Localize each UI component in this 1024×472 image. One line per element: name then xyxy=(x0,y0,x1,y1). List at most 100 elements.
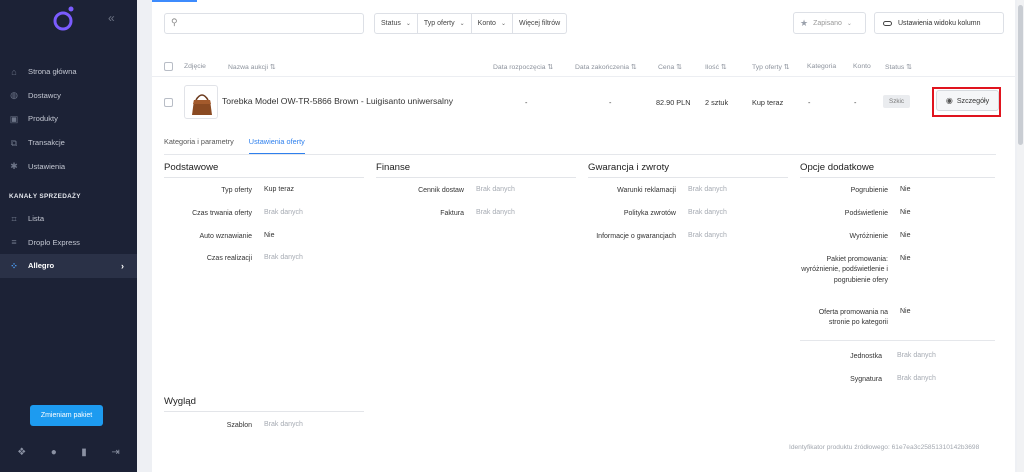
tab-offer-settings[interactable]: Ustawienia oferty xyxy=(248,137,305,154)
nav-item-allegro[interactable]: ⁘ Allegro › xyxy=(0,254,137,278)
field-label: Cennik dostaw xyxy=(418,187,464,194)
col-label: Typ oferty xyxy=(752,64,782,71)
field-label: Jednostka xyxy=(850,353,882,360)
col-name[interactable]: Nazwa aukcji ⇅ xyxy=(228,63,276,71)
field-label: Typ oferty xyxy=(221,187,252,194)
search-icon: ⚲ xyxy=(171,17,178,27)
column-view-settings-button[interactable]: Ustawienia widoku kolumn xyxy=(874,12,1004,34)
tab-category-params[interactable]: Kategoria i parametry xyxy=(164,137,234,154)
filter-offer-type[interactable]: Typ oferty ⌄ xyxy=(417,13,472,34)
cell-price: 82.90 PLN xyxy=(656,98,691,107)
divider xyxy=(800,340,995,341)
main-panel: ⚲ Status ⌄ Typ oferty ⌄ Konto ⌄ Więcej f… xyxy=(152,0,1015,472)
cell-end-date: - xyxy=(609,98,612,107)
section-title: Opcje dodatkowe xyxy=(800,162,995,178)
nav-item-label: Ustawienia xyxy=(28,161,66,171)
product-thumbnail[interactable] xyxy=(184,85,218,119)
search-input[interactable]: ⚲ xyxy=(164,13,364,34)
nav-item-droplo-express[interactable]: ≡ Droplo Express xyxy=(0,231,137,255)
change-package-button[interactable]: Zmieniam pakiet xyxy=(30,405,103,426)
scrollbar-thumb[interactable] xyxy=(1018,5,1023,145)
collapse-sidebar-icon[interactable]: « xyxy=(108,11,115,25)
field-value: Brak danych xyxy=(688,209,727,216)
detail-tabs: Kategoria i parametry Ustawienia oferty xyxy=(164,137,318,154)
section-title: Podstawowe xyxy=(164,162,364,178)
nav-item-label: Droplo Express xyxy=(28,237,80,247)
nav-item-products[interactable]: ▣ Produkty xyxy=(0,107,137,131)
section-warranty: Gwarancja i zwroty xyxy=(588,162,788,178)
section-title: Wygląd xyxy=(164,396,364,412)
cell-account: - xyxy=(854,98,857,107)
field-label: Informacje o gwarancjach xyxy=(596,233,676,240)
filter-group: Status ⌄ Typ oferty ⌄ Konto ⌄ Więcej fil… xyxy=(374,13,568,34)
col-quantity[interactable]: Ilość ⇅ xyxy=(705,63,727,71)
nav-item-label: Transakcje xyxy=(28,138,65,148)
more-filters-button[interactable]: Więcej filtrów xyxy=(512,13,568,34)
section-extra-options: Opcje dodatkowe xyxy=(800,162,995,178)
field-label: Sygnatura xyxy=(850,376,882,383)
cell-offer-type: Kup teraz xyxy=(752,98,784,107)
nav-item-home[interactable]: ⌂ Strona główna xyxy=(0,60,137,84)
col-account: Konto xyxy=(853,63,871,70)
chevron-right-icon: › xyxy=(121,260,124,271)
logout-icon[interactable]: ⇥ xyxy=(111,447,119,458)
field-label: Czas trwania oferty xyxy=(192,210,252,217)
saved-views-dropdown[interactable]: ★ Zapisano ⌄ xyxy=(793,12,866,34)
nav-item-label: Produkty xyxy=(28,114,58,124)
field-value: Nie xyxy=(900,232,911,239)
box-icon: ▣ xyxy=(9,113,19,124)
diamond-icon[interactable]: ❖ xyxy=(17,447,26,458)
field-label: Podświetlenie xyxy=(844,210,888,217)
sidebar: « ⌂ Strona główna ◍ Dostawcy ▣ Produkty … xyxy=(0,0,137,472)
filter-account[interactable]: Konto ⌄ xyxy=(471,13,513,34)
user-icon[interactable]: ● xyxy=(51,447,57,458)
filter-status[interactable]: Status ⌄ xyxy=(374,13,418,34)
clipboard-icon[interactable]: ▮ xyxy=(81,447,87,458)
product-name[interactable]: Torebka Model OW-TR-5866 Brown - Luigisa… xyxy=(222,96,453,106)
field-label: Pogrubienie xyxy=(850,187,888,194)
view-settings-label: Ustawienia widoku kolumn xyxy=(898,19,981,27)
col-status[interactable]: Status ⇅ xyxy=(885,63,912,71)
row-checkbox[interactable] xyxy=(164,98,173,107)
suppliers-icon: ◍ xyxy=(10,90,18,101)
nav-item-transactions[interactable]: ⧉ Transakcje xyxy=(0,131,137,155)
allegro-icon: ⁘ xyxy=(10,260,18,271)
section-appearance: Wygląd xyxy=(164,396,364,412)
field-value: Brak danych xyxy=(897,352,936,359)
table-header: Zdjęcie Nazwa aukcji ⇅ Data rozpoczęcia … xyxy=(152,57,1015,77)
nav-item-label: Dostawcy xyxy=(28,90,61,100)
home-icon: ⌂ xyxy=(11,66,17,77)
chevron-down-icon: ⌄ xyxy=(459,21,465,27)
star-icon: ★ xyxy=(800,17,809,28)
list-icon: ⌗ xyxy=(11,213,17,224)
col-label: Nazwa aukcji xyxy=(228,64,269,71)
field-value: Brak danych xyxy=(897,375,936,382)
nav-item-label: Strona główna xyxy=(28,67,77,77)
nav-item-suppliers[interactable]: ◍ Dostawcy xyxy=(0,84,137,108)
gear-icon: ✱ xyxy=(10,161,18,172)
toggle-icon xyxy=(883,20,892,26)
sidebar-footer: ❖ ● ▮ ⇥ xyxy=(0,444,137,460)
nav-item-settings[interactable]: ✱ Ustawienia xyxy=(0,154,137,178)
nav-item-lista[interactable]: ⌗ Lista xyxy=(0,207,137,231)
col-start-date[interactable]: Data rozpoczęcia ⇅ xyxy=(493,63,553,71)
field-label: Szablon xyxy=(226,422,252,429)
table-row[interactable]: Torebka Model OW-TR-5866 Brown - Luigisa… xyxy=(152,78,1015,126)
cell-start-date: - xyxy=(525,98,528,107)
top-accent xyxy=(152,0,197,2)
main-nav: ⌂ Strona główna ◍ Dostawcy ▣ Produkty ⧉ … xyxy=(0,60,137,178)
express-icon: ≡ xyxy=(11,237,17,248)
field-value: Nie xyxy=(264,232,275,239)
field-label: Auto wznawianie xyxy=(199,233,252,240)
field-label: Czas realizacji xyxy=(206,255,252,262)
col-photo: Zdjęcie xyxy=(184,63,206,70)
col-end-date[interactable]: Data zakończenia ⇅ xyxy=(575,63,637,71)
field-label: Faktura xyxy=(440,210,464,217)
select-all-checkbox[interactable] xyxy=(164,62,173,71)
cell-quantity: 2 sztuk xyxy=(705,98,729,107)
app-logo-icon[interactable] xyxy=(53,4,75,32)
col-offer-type[interactable]: Typ oferty ⇅ xyxy=(752,63,789,71)
field-value: Brak danych xyxy=(476,209,515,216)
col-price[interactable]: Cena ⇅ xyxy=(658,63,682,71)
chevron-down-icon: ⌄ xyxy=(405,21,411,27)
